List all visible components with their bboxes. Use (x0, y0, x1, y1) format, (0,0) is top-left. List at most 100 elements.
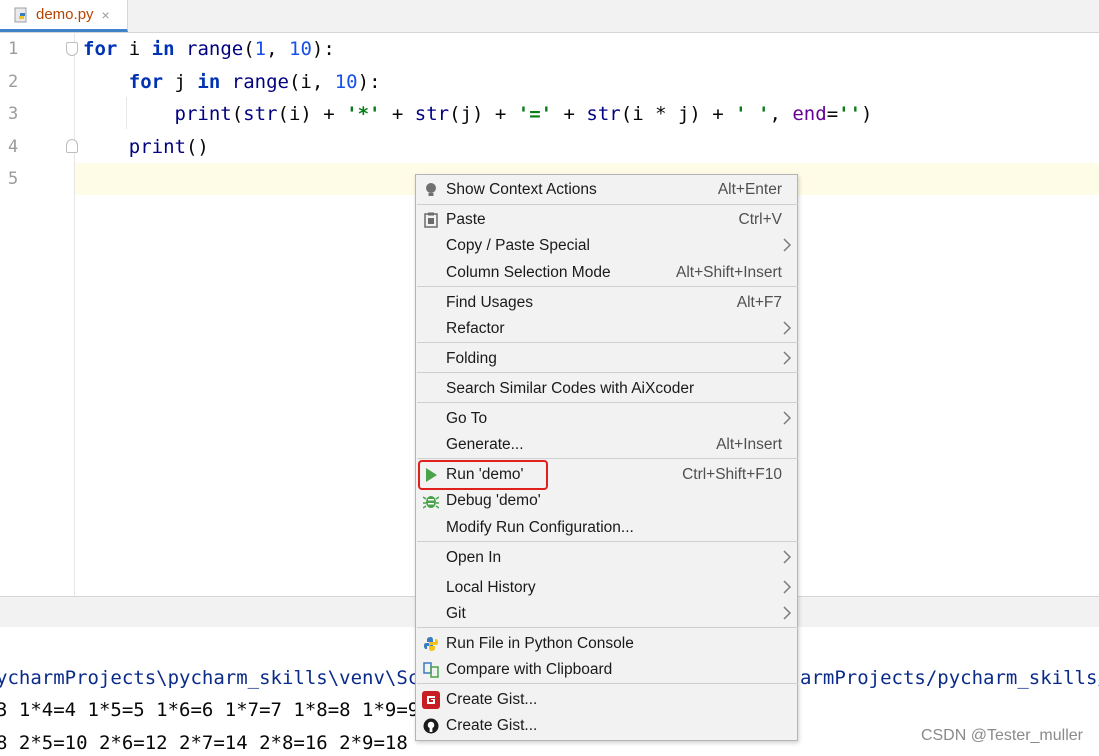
menu-item-label: Open In (446, 549, 502, 566)
menu-item-label: Column Selection Mode (446, 264, 611, 281)
tab-demo-py[interactable]: demo.py × (0, 0, 128, 32)
code-token: + (380, 103, 415, 125)
menu-item-label: Run File in Python Console (446, 635, 634, 652)
menu-separator (417, 372, 798, 373)
console-line: 8 2*5=10 2*6=12 2*7=14 2*8=16 2*9=18 (0, 732, 408, 754)
code-token: in (151, 38, 175, 60)
menu-item-label: Paste (446, 211, 486, 228)
code-token: (i, (288, 70, 335, 93)
code-token: , (769, 103, 793, 125)
menu-item-modify-run-configuration[interactable]: Modify Run Configuration... (416, 515, 797, 541)
code-token: (i * j) + (620, 103, 736, 125)
gitee-icon (422, 691, 440, 709)
menu-item-debug-demo[interactable]: Debug 'demo' (416, 488, 797, 514)
code-token: range (186, 38, 244, 60)
code-token: 10 (334, 70, 358, 93)
menu-item-generate[interactable]: Generate... Alt+Insert (416, 432, 797, 458)
submenu-arrow-icon (783, 411, 792, 425)
compare-icon (422, 661, 440, 679)
menu-item-label: Local History (446, 579, 536, 596)
code-line: print(str(i) + '*' + str(j) + '=' + str(… (83, 98, 873, 130)
menu-item-label: Search Similar Codes with AiXcoder (446, 380, 695, 397)
clipboard-icon (422, 211, 440, 229)
submenu-arrow-icon (783, 238, 792, 252)
submenu-arrow-icon (783, 351, 792, 365)
menu-item-label: Go To (446, 410, 488, 427)
menu-item-label: Debug 'demo' (446, 492, 541, 509)
console-line: 3 1*4=4 1*5=5 1*6=6 1*7=7 1*8=8 1*9=9 (0, 699, 420, 721)
python-console-icon (422, 635, 440, 653)
code-token: i (117, 38, 152, 60)
menu-item-label: Folding (446, 350, 497, 367)
menu-item-copy-paste-special[interactable]: Copy / Paste Special (416, 233, 797, 259)
menu-separator (417, 286, 798, 287)
code-token: () (185, 135, 209, 158)
code-token: '=' (517, 103, 553, 125)
menu-separator (417, 458, 798, 459)
github-icon (422, 717, 440, 735)
close-tab-icon[interactable]: × (102, 7, 110, 23)
code-token: 10 (289, 38, 312, 60)
code-token: for (83, 38, 118, 60)
menu-item-run-file-in-python-console[interactable]: Run File in Python Console (416, 631, 797, 657)
menu-item-shortcut: Alt+F7 (736, 294, 782, 311)
debug-icon (422, 492, 440, 510)
code-token: str (414, 103, 450, 125)
code-token: print (128, 135, 186, 158)
code-token: ( (243, 38, 255, 60)
menu-item-paste[interactable]: Paste Ctrl+V (416, 207, 797, 233)
code-token: ' ' (735, 103, 770, 125)
submenu-arrow-icon (783, 606, 792, 620)
code-token: ( (231, 103, 244, 125)
menu-item-folding[interactable]: Folding (416, 346, 797, 372)
menu-item-create-gist[interactable]: Create Gist... (416, 713, 797, 739)
menu-item-show-context-actions[interactable]: Show Context Actions Alt+Enter (416, 177, 797, 203)
menu-item-compare-with-clipboard[interactable]: Compare with Clipboard (416, 657, 797, 683)
line-number: 5 (8, 169, 19, 189)
run-item-highlight-box (418, 460, 548, 490)
code-token: ): (357, 70, 381, 93)
code-token: '*' (346, 103, 381, 125)
menu-item-create-gist[interactable]: Create Gist... (416, 687, 797, 713)
menu-separator (417, 683, 798, 684)
menu-separator (417, 342, 798, 343)
menu-item-shortcut: Ctrl+V (738, 211, 783, 228)
menu-item-local-history[interactable]: Local History (416, 575, 797, 601)
lightbulb-icon (422, 181, 440, 199)
code-line: print() (83, 131, 209, 163)
code-token: (i) + (277, 103, 347, 125)
menu-item-shortcut: Alt+Shift+Insert (676, 264, 782, 281)
console-line-tail: armProjects/pycharm_skills/c (800, 667, 1099, 689)
menu-item-shortcut: Alt+Insert (716, 436, 782, 453)
line-number: 1 (8, 39, 19, 59)
code-token: range (231, 70, 289, 93)
menu-item-find-usages[interactable]: Find Usages Alt+F7 (416, 290, 797, 316)
menu-item-search-similar-codes-with-aixcoder[interactable]: Search Similar Codes with AiXcoder (416, 376, 797, 402)
menu-item-open-in[interactable]: Open In (416, 545, 797, 571)
menu-item-git[interactable]: Git (416, 601, 797, 627)
editor-tab-bar: demo.py × (0, 0, 1099, 33)
menu-item-label: Find Usages (446, 294, 534, 311)
menu-item-label: Compare with Clipboard (446, 661, 613, 678)
menu-item-label: Refactor (446, 320, 505, 337)
menu-item-shortcut: Alt+Enter (717, 181, 782, 198)
menu-item-label: Generate... (446, 436, 524, 453)
menu-item-label: Copy / Paste Special (446, 237, 590, 254)
code-token: str (243, 103, 278, 125)
menu-item-column-selection-mode[interactable]: Column Selection Mode Alt+Shift+Insert (416, 260, 797, 286)
line-number: 2 (8, 71, 19, 92)
menu-item-shortcut: Ctrl+Shift+F10 (682, 466, 782, 483)
watermark: CSDN @Tester_muller (920, 727, 1083, 744)
code-line: for j in range(i, 10): (83, 66, 381, 98)
menu-separator (417, 627, 798, 628)
code-token: for (128, 70, 164, 93)
menu-item-go-to[interactable]: Go To (416, 406, 797, 432)
submenu-arrow-icon (783, 580, 792, 594)
code-token: in (197, 70, 221, 93)
code-token: print (174, 103, 232, 125)
submenu-arrow-icon (783, 550, 792, 564)
menu-item-refactor[interactable]: Refactor (416, 316, 797, 342)
code-token: , (266, 38, 289, 60)
python-file-icon (14, 7, 30, 23)
